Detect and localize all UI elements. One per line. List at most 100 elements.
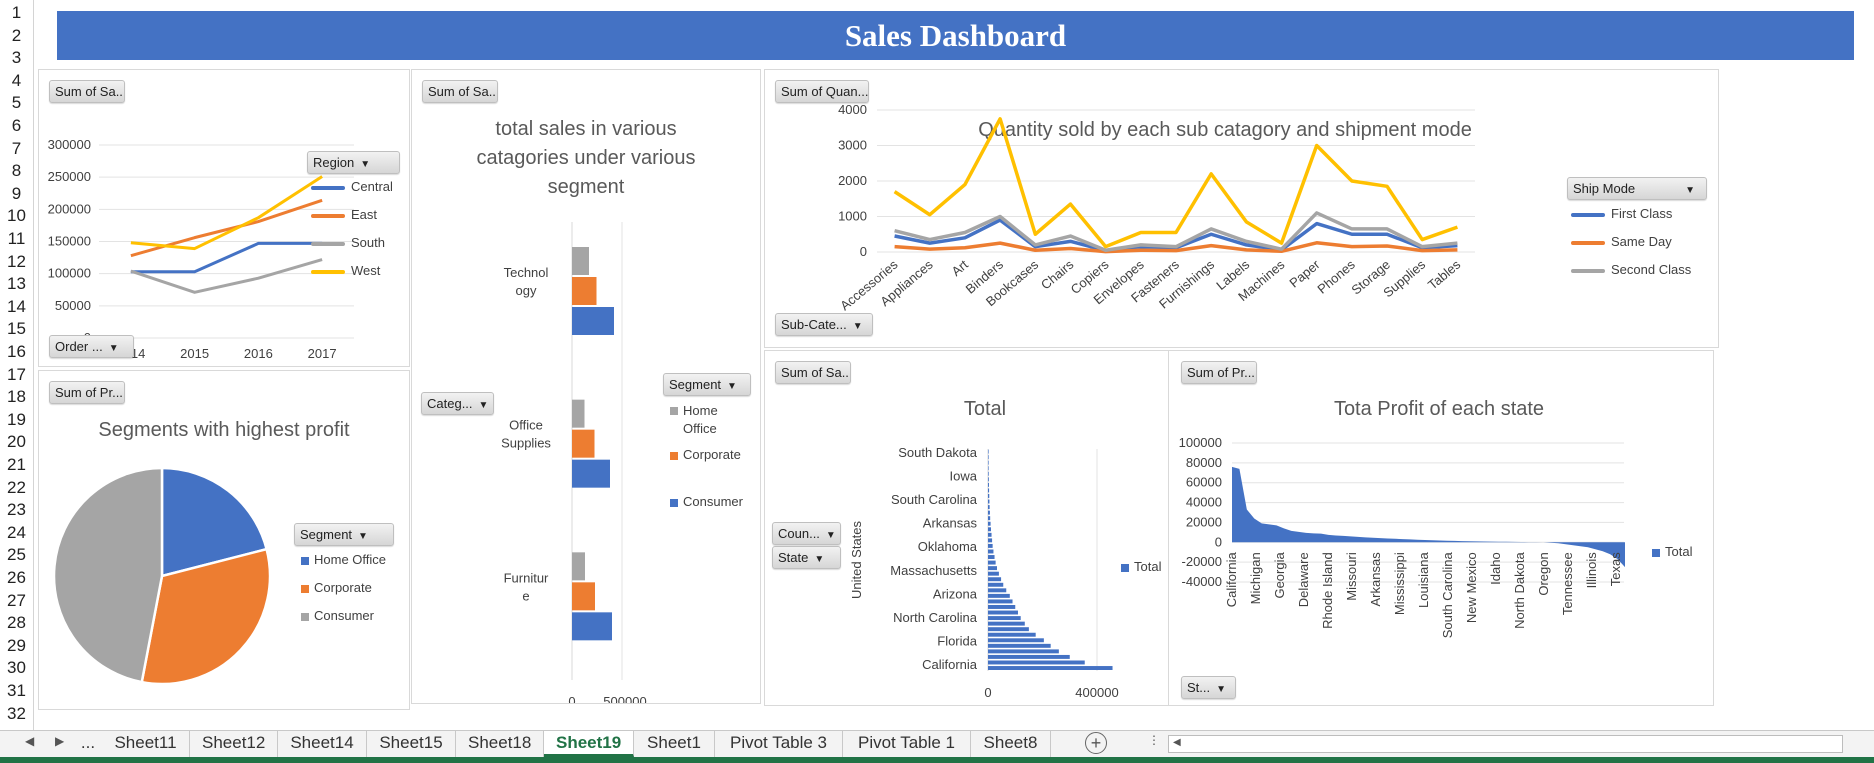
row-header[interactable]: 23: [0, 499, 33, 521]
status-bar: [0, 757, 1874, 763]
row-header[interactable]: 14: [0, 296, 33, 318]
row-header[interactable]: 27: [0, 590, 33, 612]
quantity-by-subcategory-chart[interactable]: Quantity sold by each sub catagory and s…: [764, 69, 1719, 348]
row-header[interactable]: 4: [0, 70, 33, 92]
row-header[interactable]: 10: [0, 205, 33, 227]
state-sales-bar: [988, 599, 1013, 604]
row-header[interactable]: 30: [0, 657, 33, 679]
row-header[interactable]: 15: [0, 318, 33, 340]
category-sales-chart[interactable]: total sales in various catagories under …: [411, 69, 761, 704]
state-label: Oregon: [1536, 552, 1551, 595]
row-header[interactable]: 25: [0, 544, 33, 566]
state-profit-value-field-button[interactable]: Sum of Pr...: [1181, 361, 1257, 384]
chevron-down-icon: ▼: [478, 400, 489, 411]
row-header[interactable]: 13: [0, 273, 33, 295]
row-header[interactable]: 31: [0, 680, 33, 702]
row-header[interactable]: 17: [0, 364, 33, 386]
tab-sheet11[interactable]: Sheet11: [102, 731, 190, 757]
region-axis-field-label: Order ...: [55, 339, 103, 354]
legend-item-total: Total: [1121, 559, 1161, 574]
row-header[interactable]: 12: [0, 251, 33, 273]
tab-pivot-table-1[interactable]: Pivot Table 1: [843, 731, 971, 757]
state-sales-bar: [988, 449, 989, 454]
row-header[interactable]: 26: [0, 567, 33, 589]
state-label: South Carolina: [891, 492, 978, 507]
state-sales-bar: [988, 654, 1070, 659]
legend-item-total: Total: [1652, 544, 1692, 559]
state-label: Georgia: [1272, 552, 1287, 599]
region-sales-chart[interactable]: 3000002500002000001500001000005000002014…: [38, 69, 410, 367]
category-value-field-button[interactable]: Sum of Sa...: [422, 80, 498, 103]
row-header[interactable]: 7: [0, 138, 33, 160]
pie-legend-field-button[interactable]: Segment ▼: [294, 523, 394, 546]
state-label: Massachusetts: [890, 563, 977, 578]
segment-profit-pie-chart[interactable]: Segments with highest profit Sum of Pr..…: [38, 370, 410, 710]
tab-sheet14[interactable]: Sheet14: [278, 731, 367, 757]
row-header[interactable]: 9: [0, 183, 33, 205]
row-header[interactable]: 16: [0, 341, 33, 363]
state-sales-bar: [988, 632, 1036, 637]
region-value-field-label: Sum of Sa...: [55, 84, 125, 99]
row-header[interactable]: 32: [0, 703, 33, 725]
row-header[interactable]: 28: [0, 612, 33, 634]
row-header[interactable]: 5: [0, 92, 33, 114]
y-tick-label: 40000: [1186, 495, 1222, 510]
scroll-tabs-right-icon[interactable]: ▶: [55, 734, 64, 748]
legend-item-south: South: [311, 235, 385, 250]
country-field-label: Coun...: [778, 526, 820, 541]
tab-more[interactable]: ...: [74, 731, 102, 757]
tab-pivot-table-3[interactable]: Pivot Table 3: [715, 731, 843, 757]
category-axis-field-button[interactable]: Categ... ▼: [421, 392, 494, 415]
tab-sheet18[interactable]: Sheet18: [456, 731, 544, 757]
region-legend-field-button[interactable]: Region ▼: [307, 151, 400, 174]
tab-sheet8[interactable]: Sheet8: [971, 731, 1051, 757]
row-header[interactable]: 29: [0, 635, 33, 657]
tab-sheet12[interactable]: Sheet12: [190, 731, 278, 757]
row-header[interactable]: 19: [0, 409, 33, 431]
ship-mode-legend-field-button[interactable]: Ship Mode ▼: [1567, 177, 1707, 200]
tab-sheet19[interactable]: Sheet19: [544, 731, 634, 757]
tab-sheet15[interactable]: Sheet15: [367, 731, 456, 757]
bar-consumer: [572, 612, 612, 641]
tab-split-handle-icon[interactable]: ⋮: [1148, 733, 1160, 747]
state-label: Iowa: [950, 469, 978, 484]
quantity-value-field-button[interactable]: Sum of Quan...: [775, 80, 869, 103]
row-header[interactable]: 11: [0, 228, 33, 250]
row-header[interactable]: 6: [0, 115, 33, 137]
state-sales-chart[interactable]: Total South Dakota Iowa South Carolina Arka…: [764, 350, 1169, 706]
state-profit-chart[interactable]: Tota Profit of each state 100000 80000 600…: [1168, 350, 1714, 706]
profit-area: [1232, 466, 1625, 568]
category-legend-field-button[interactable]: Segment ▼: [663, 373, 751, 396]
state-sales-value-field-button[interactable]: Sum of Sa...: [775, 361, 851, 384]
legend-label: Corporate: [683, 447, 741, 462]
row-header[interactable]: 24: [0, 522, 33, 544]
add-sheet-button[interactable]: +: [1085, 732, 1107, 754]
scroll-left-icon[interactable]: ◀: [1173, 737, 1181, 748]
row-header[interactable]: 22: [0, 477, 33, 499]
row-header[interactable]: 1: [0, 2, 33, 24]
row-header[interactable]: 2: [0, 25, 33, 47]
region-value-field-button[interactable]: Sum of Sa...: [49, 80, 125, 103]
horizontal-scrollbar[interactable]: ◀: [1168, 735, 1843, 753]
tab-sheet1[interactable]: Sheet1: [634, 731, 715, 757]
row-header[interactable]: 18: [0, 386, 33, 408]
row-header[interactable]: 3: [0, 47, 33, 69]
x-tick-label: 0: [568, 694, 575, 703]
quantity-axis-field-label: Sub-Cate...: [781, 317, 847, 332]
scroll-tabs-left-icon[interactable]: ◀: [25, 734, 34, 748]
pie-value-field-button[interactable]: Sum of Pr...: [49, 381, 125, 404]
series-line-east: [130, 198, 323, 258]
state-label: Arkansas: [923, 516, 978, 531]
country-field-button[interactable]: Coun... ▼: [772, 522, 841, 545]
row-header[interactable]: 21: [0, 454, 33, 476]
row-headers: 1 2 3 4 5 6 7 8 9 10 11 12 13 14 15 16 17 18 19 20 21 22 23 24 2…: [0, 0, 34, 732]
row-header[interactable]: 20: [0, 431, 33, 453]
state-profit-axis-field-button[interactable]: St... ▼: [1181, 676, 1236, 699]
category-label: Supplies: [501, 436, 551, 451]
state-field-button[interactable]: State ▼: [772, 546, 841, 569]
state-sales-bar: [988, 566, 997, 571]
row-header[interactable]: 8: [0, 160, 33, 182]
state-sales-bar: [988, 477, 989, 482]
quantity-axis-field-button[interactable]: Sub-Cate... ▼: [775, 313, 873, 336]
region-axis-field-button[interactable]: Order ... ▼: [49, 335, 134, 358]
